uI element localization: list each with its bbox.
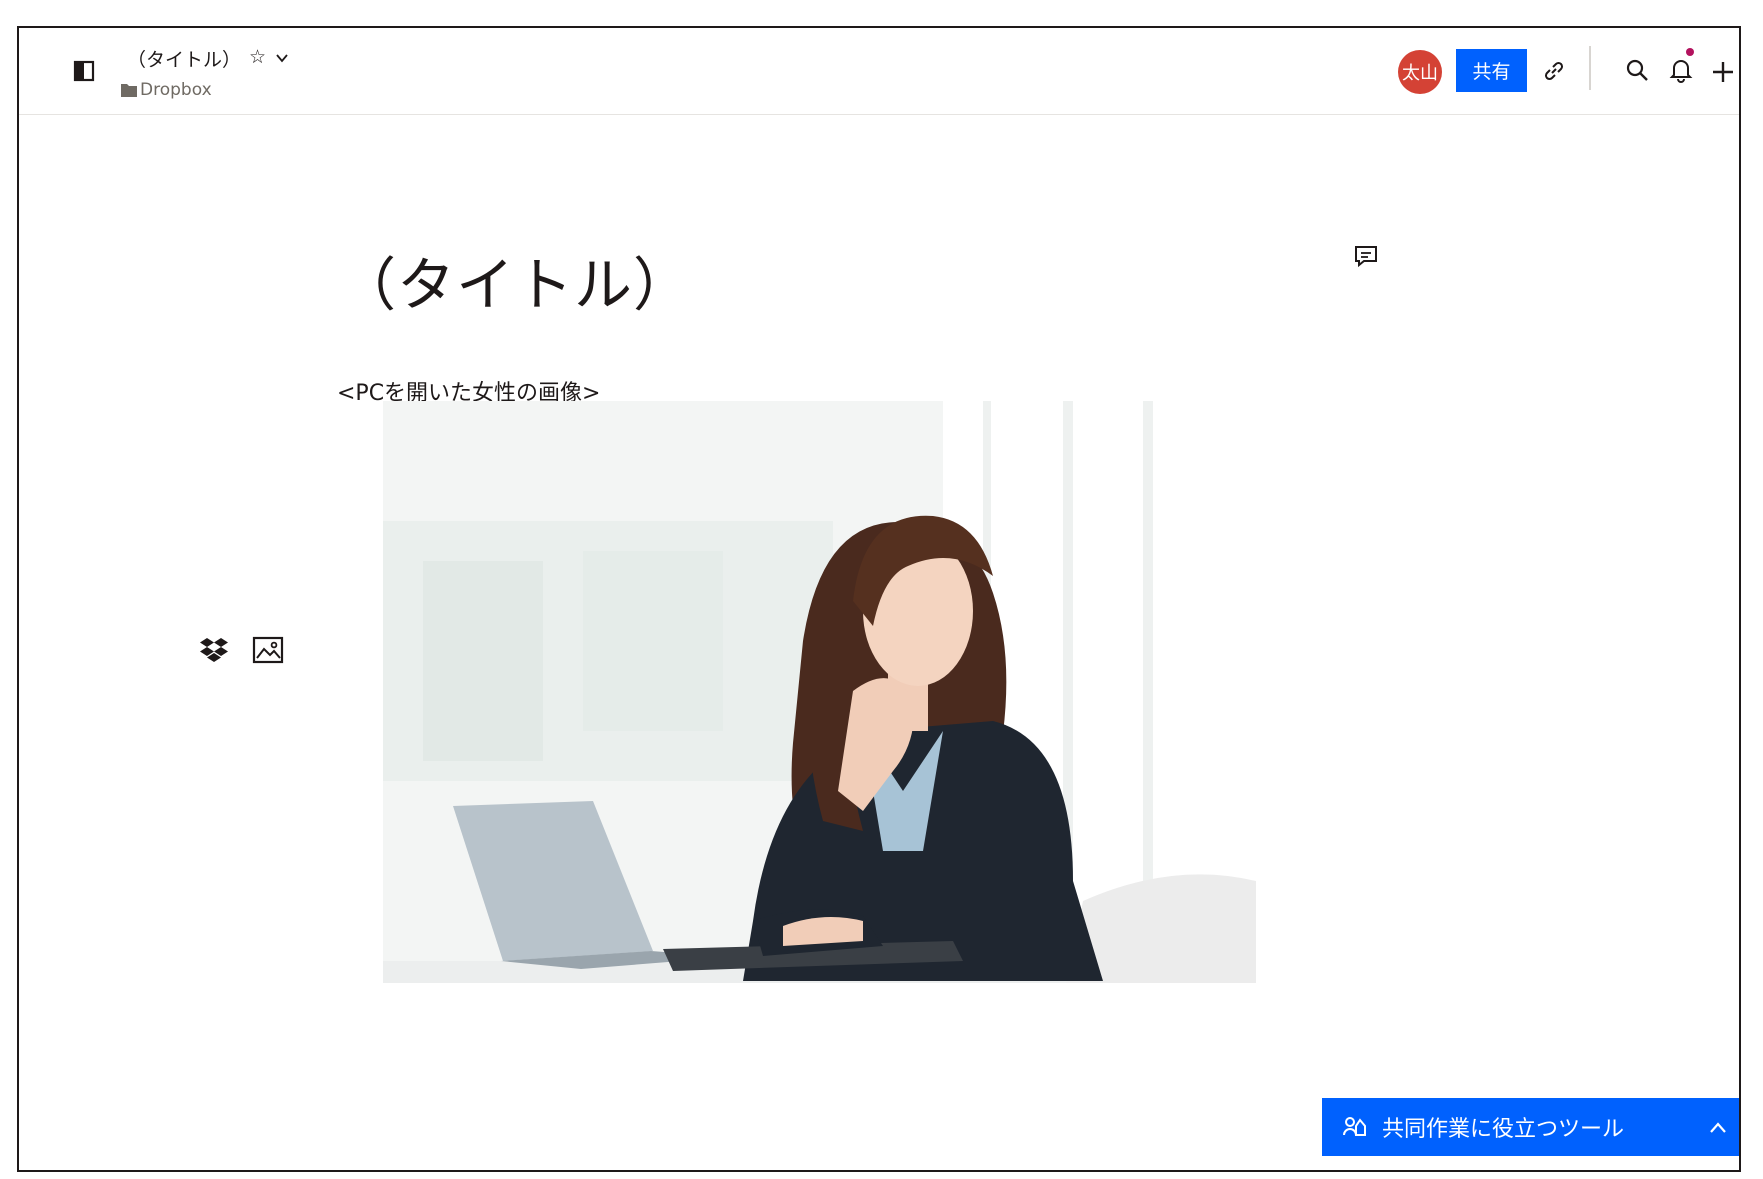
top-bar: （タイトル） ☆ Dropbox 太山 共有 bbox=[19, 28, 1739, 115]
toolbar-divider bbox=[1589, 46, 1591, 90]
woman-with-laptop-image[interactable] bbox=[383, 401, 1256, 983]
share-button[interactable]: 共有 bbox=[1456, 49, 1527, 92]
star-icon[interactable]: ☆ bbox=[249, 46, 266, 68]
people-icon bbox=[1343, 1117, 1366, 1136]
image-icon[interactable] bbox=[252, 634, 284, 666]
image-insert-tools bbox=[198, 634, 284, 666]
folder-label: Dropbox bbox=[140, 80, 212, 100]
sidebar-toggle-icon[interactable] bbox=[73, 60, 95, 82]
collaboration-tools-label: 共同作業に役立つツール bbox=[1382, 1117, 1625, 1142]
photo-illustration bbox=[383, 401, 1256, 983]
document-title[interactable]: （タイトル） bbox=[338, 238, 692, 322]
search-icon[interactable] bbox=[1624, 57, 1652, 85]
chevron-up-icon[interactable] bbox=[1707, 1117, 1729, 1139]
collaboration-tools-panel[interactable]: 共同作業に役立つツール bbox=[1322, 1098, 1739, 1156]
avatar[interactable]: 太山 bbox=[1398, 50, 1442, 94]
comment-icon[interactable] bbox=[1353, 244, 1379, 268]
plus-icon[interactable] bbox=[1709, 58, 1737, 86]
folder-icon bbox=[121, 84, 137, 97]
bell-icon[interactable] bbox=[1667, 56, 1695, 84]
notification-badge bbox=[1686, 48, 1694, 56]
folder-breadcrumb[interactable]: Dropbox bbox=[121, 80, 212, 100]
document-window: （タイトル） ☆ Dropbox 太山 共有 （タイトル） <PCを開いた女性の… bbox=[17, 26, 1741, 1172]
chevron-down-icon[interactable] bbox=[274, 50, 290, 66]
dropbox-icon[interactable] bbox=[198, 634, 230, 666]
doc-title-breadcrumb[interactable]: （タイトル） bbox=[127, 45, 241, 72]
link-icon[interactable] bbox=[1540, 57, 1568, 85]
